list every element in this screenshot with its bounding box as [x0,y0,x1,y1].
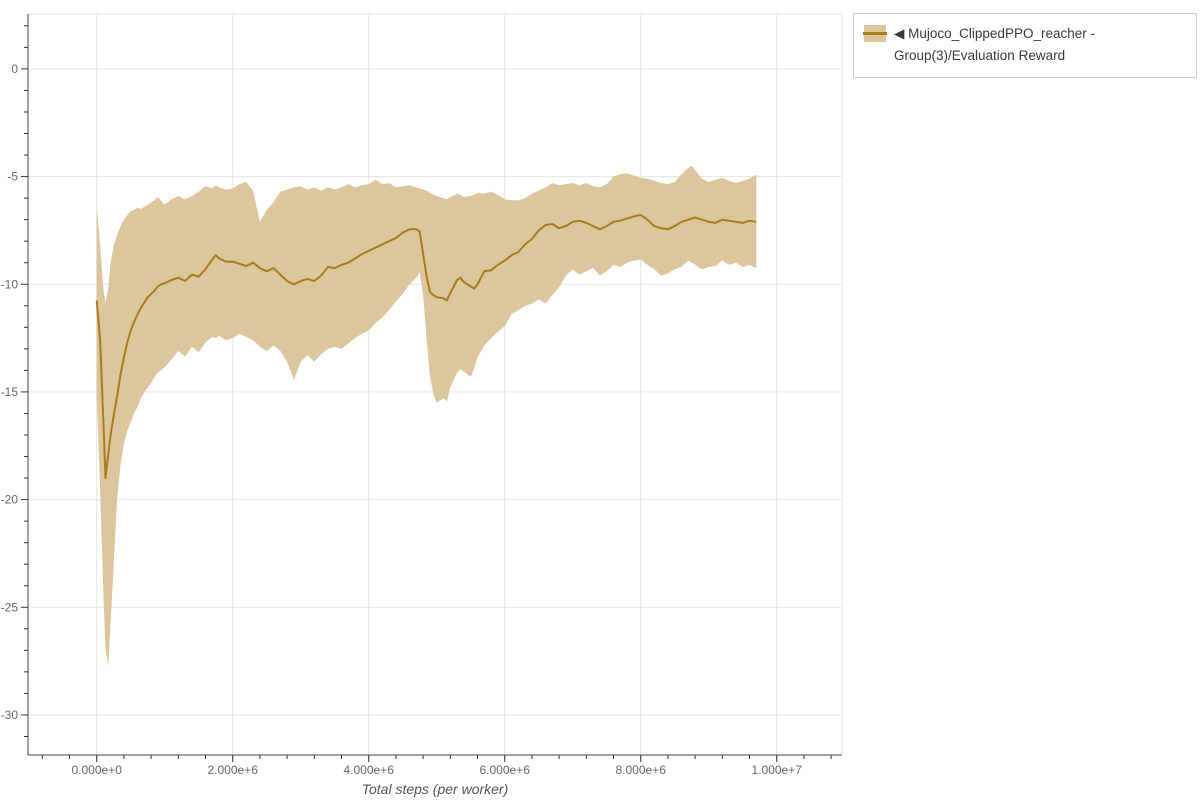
y-tick-label: -25 [1,600,19,614]
std-band [96,165,757,666]
legend-item-label: ◀ Mujoco_ClippedPPO_reacher - Group(3)/E… [894,26,1095,63]
x-axis-title: Total steps (per worker) [362,781,509,797]
x-axis: 0.000e+0 2.000e+6 4.000e+6 6.000e+6 8.000e+6… [28,754,842,777]
x-tick-label: 0.000e+0 [71,763,122,777]
y-tick-label: -10 [1,277,19,291]
x-tick-label: 4.000e+6 [344,763,395,777]
x-tick-label: 2.000e+6 [207,763,258,777]
x-tick-label: 6.000e+6 [480,763,531,777]
std-band-area [96,165,757,666]
y-tick-label: -15 [1,385,19,399]
legend: ◀ Mujoco_ClippedPPO_reacher - Group(3)/E… [853,13,1197,78]
plot-canvas[interactable]: 0.000e+0 2.000e+6 4.000e+6 6.000e+6 8.000e+6… [0,0,1200,800]
x-tick-label: 1.000e+7 [752,763,803,777]
y-tick-label: 0 [11,62,18,76]
y-tick-label: -5 [7,170,18,184]
y-tick-label: -20 [1,493,19,507]
figure: 0.000e+0 2.000e+6 4.000e+6 6.000e+6 8.000e+6… [0,0,1200,800]
legend-swatch-icon [863,25,887,42]
y-axis: 0 -5 -10 -15 -20 -25 -30 [1,14,29,755]
x-tick-label: 8.000e+6 [616,763,667,777]
y-tick-label: -30 [1,708,19,722]
legend-item[interactable]: ◀ Mujoco_ClippedPPO_reacher - Group(3)/E… [863,23,1186,67]
